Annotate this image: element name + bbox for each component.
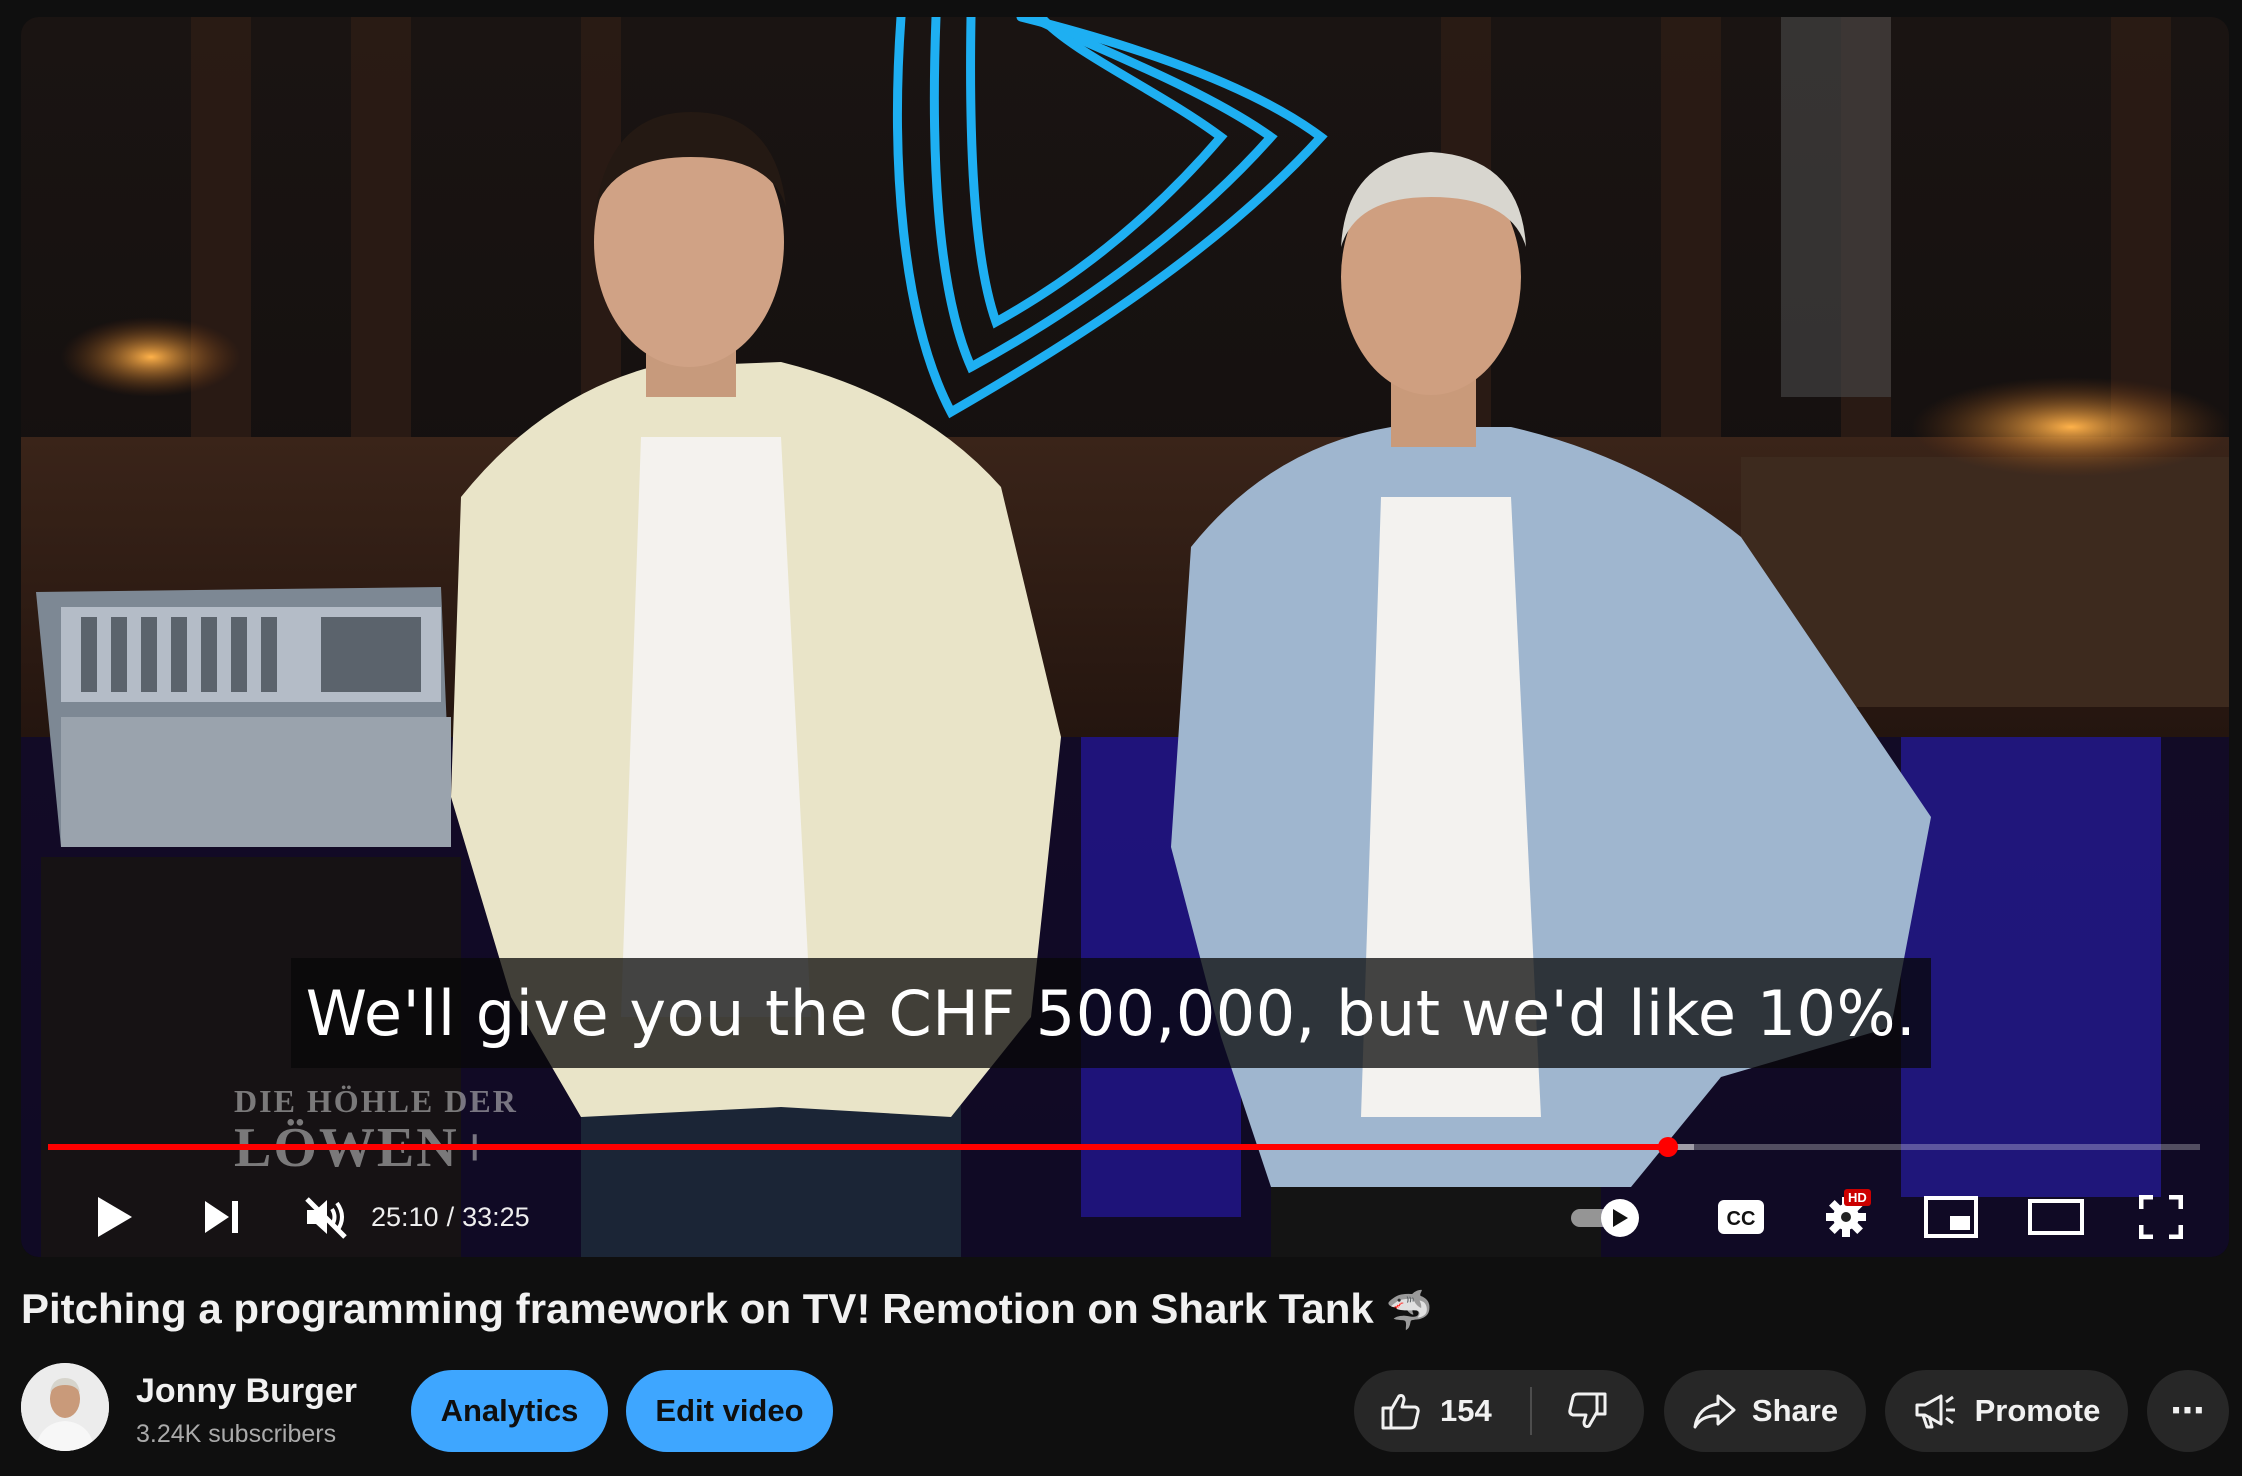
autoplay-toggle[interactable] xyxy=(1571,1199,1651,1237)
theater-mode-icon xyxy=(2028,1199,2084,1235)
more-icon: ⋯ xyxy=(2170,1392,2206,1430)
current-time: 25:10 xyxy=(371,1201,439,1232)
like-button[interactable]: 154 xyxy=(1354,1370,1530,1452)
channel-name[interactable]: Jonny Burger xyxy=(136,1372,357,1411)
video-frame xyxy=(21,17,2229,1257)
autoplay-play-icon xyxy=(1613,1209,1628,1227)
subtitle-caption: We'll give you the CHF 500,000, but we'd… xyxy=(291,958,1931,1068)
miniplayer-button[interactable] xyxy=(1911,1177,1991,1257)
next-button[interactable] xyxy=(181,1177,261,1257)
video-title: Pitching a programming framework on TV! … xyxy=(21,1285,1433,1333)
captions-icon: CC xyxy=(1718,1200,1764,1234)
avatar-image xyxy=(21,1363,109,1451)
thumbs-down-icon xyxy=(1568,1392,1607,1428)
share-label: Share xyxy=(1751,1393,1839,1428)
play-icon xyxy=(98,1197,132,1237)
fullscreen-icon xyxy=(2139,1195,2183,1239)
miniplayer-icon xyxy=(1924,1196,1978,1238)
player-controls: 25:10 / 33:25 CC HD xyxy=(21,1177,2229,1257)
cc-text: CC xyxy=(1727,1208,1756,1230)
next-icon xyxy=(205,1201,238,1233)
channel-avatar[interactable] xyxy=(21,1363,109,1451)
settings-button[interactable]: HD xyxy=(1806,1177,1886,1257)
play-button[interactable] xyxy=(74,1177,154,1257)
theater-mode-button[interactable] xyxy=(2016,1177,2096,1257)
megaphone-icon xyxy=(1915,1394,1955,1429)
video-title-text: Pitching a programming framework on TV! … xyxy=(21,1285,1374,1332)
more-actions-button[interactable]: ⋯ xyxy=(2147,1370,2229,1452)
broadcaster-watermark: DIE HÖHLE DER LÖWEN+ xyxy=(234,1083,518,1180)
time-display: 25:10 / 33:25 xyxy=(371,1177,530,1257)
promote-label: Promote xyxy=(1974,1393,2101,1428)
shark-emoji: 🦈 xyxy=(1385,1290,1434,1332)
dislike-button[interactable] xyxy=(1532,1370,1642,1452)
played-bar xyxy=(48,1144,1669,1150)
like-count: 154 xyxy=(1440,1393,1492,1428)
duration: 33:25 xyxy=(462,1201,530,1232)
thumbs-up-icon xyxy=(1381,1394,1420,1430)
analytics-button[interactable]: Analytics xyxy=(411,1370,608,1452)
share-button[interactable]: Share xyxy=(1664,1370,1866,1452)
subscriber-count: 3.24K subscribers xyxy=(136,1420,337,1448)
fullscreen-button[interactable] xyxy=(2121,1177,2201,1257)
mute-button[interactable] xyxy=(286,1177,366,1257)
video-player[interactable]: We'll give you the CHF 500,000, but we'd… xyxy=(21,17,2229,1257)
hd-badge: HD xyxy=(1844,1189,1871,1206)
volume-muted-icon xyxy=(305,1197,347,1239)
share-icon xyxy=(1693,1394,1736,1429)
time-separator: / xyxy=(446,1201,455,1232)
like-dislike-group: 154 xyxy=(1354,1370,1644,1452)
promote-button[interactable]: Promote xyxy=(1885,1370,2128,1452)
autoplay-knob xyxy=(1601,1199,1639,1237)
progress-bar[interactable] xyxy=(48,1137,2200,1157)
edit-video-button[interactable]: Edit video xyxy=(626,1370,833,1452)
watermark-line-1: DIE HÖHLE DER xyxy=(234,1083,518,1119)
captions-button[interactable]: CC xyxy=(1701,1177,1781,1257)
